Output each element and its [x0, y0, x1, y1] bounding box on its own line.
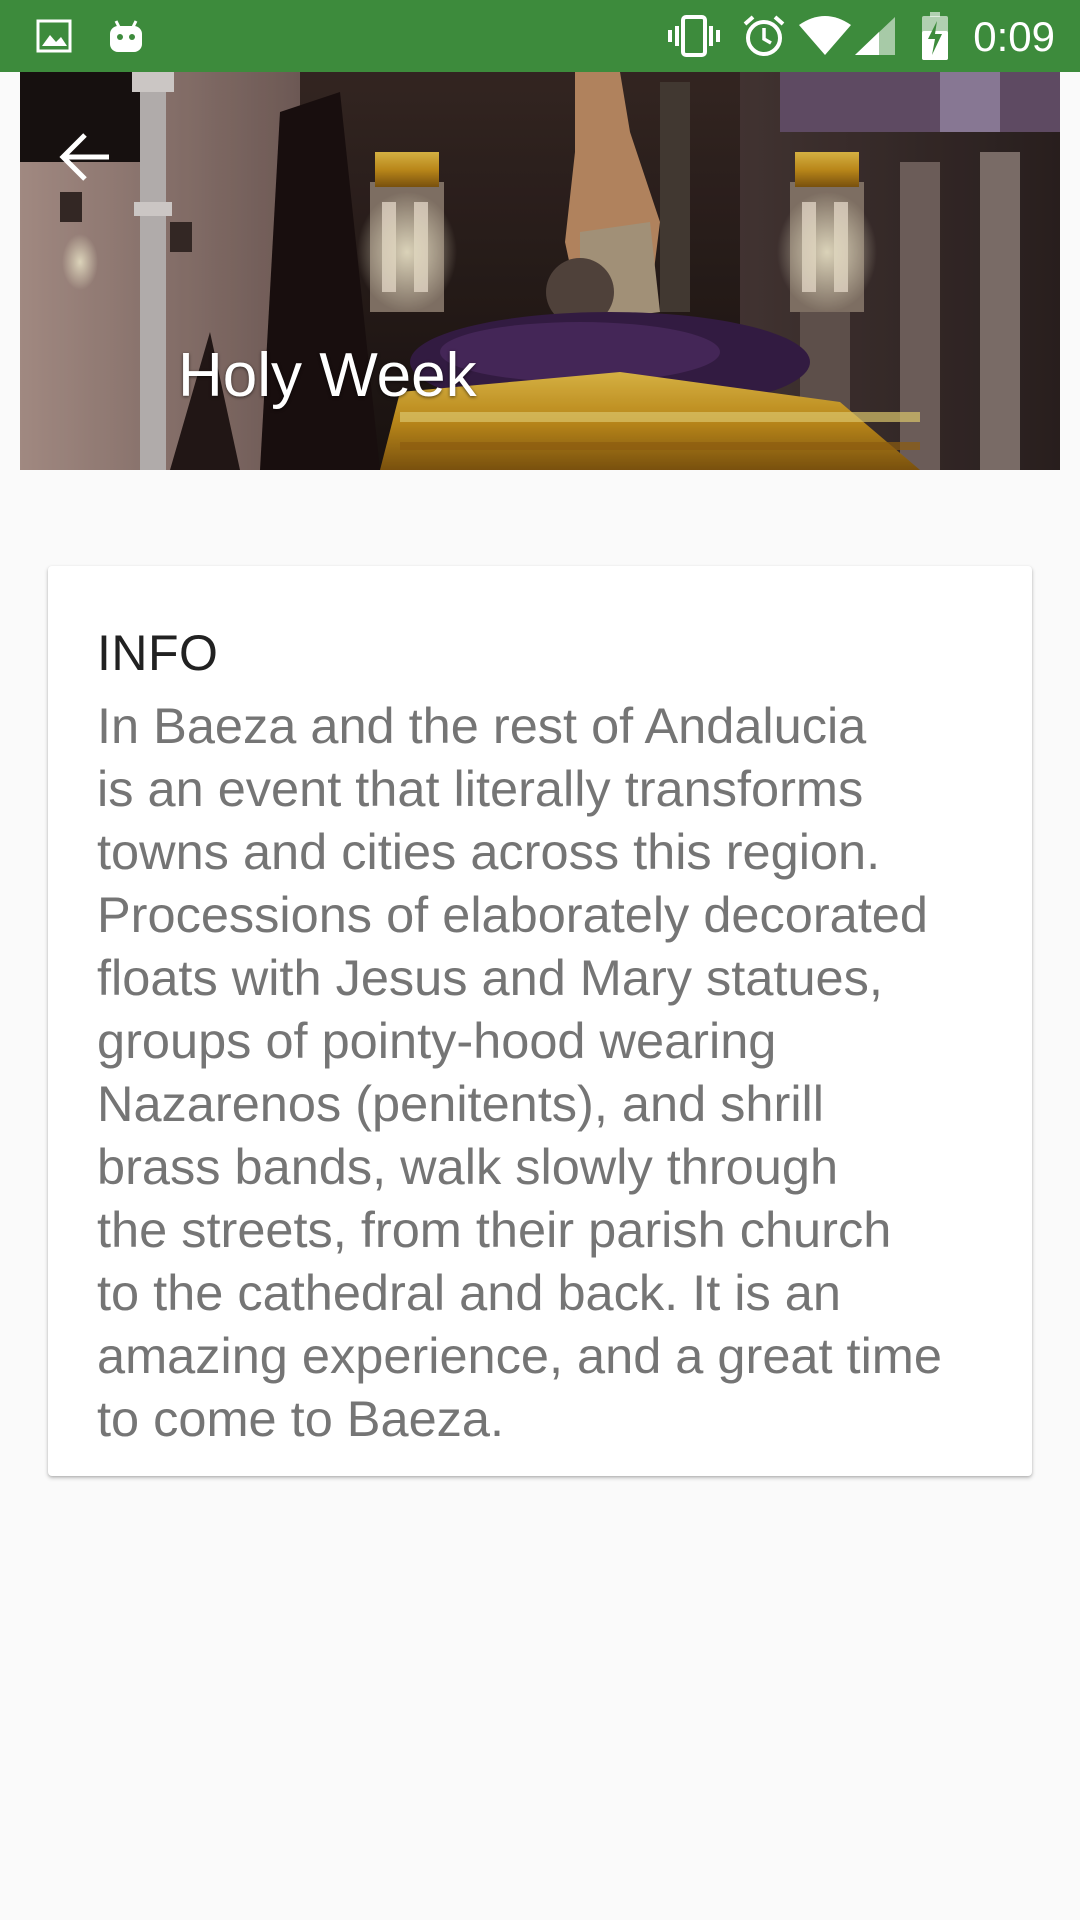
info-body-line: groups of pointy-hood wearing [97, 1012, 777, 1069]
android-notification-icon [106, 0, 146, 72]
status-time: 0:09 [973, 13, 1055, 60]
back-button[interactable] [50, 122, 120, 192]
header-photo [20, 72, 1060, 470]
cell-signal-icon [852, 0, 898, 72]
gallery-notification-icon [34, 0, 74, 72]
info-body-line: amazing experience, and a great time [97, 1327, 942, 1384]
vibrate-icon [666, 0, 722, 72]
arrow-back-icon [59, 133, 109, 181]
info-card-body: In Baeza and the rest of Andalucia is an… [97, 694, 997, 1450]
wifi-icon [796, 0, 854, 72]
alarm-icon [740, 0, 788, 72]
info-body-line: is an event that literally transforms [97, 760, 864, 817]
page-title: Holy Week [178, 341, 477, 410]
info-body-line: In Baeza and the rest of Andalucia [97, 697, 867, 754]
info-body-line: Processions of elaborately decorated [97, 886, 928, 943]
info-card-title: INFO [97, 625, 219, 681]
info-body-line: towns and cities across this region. [97, 823, 881, 880]
info-body-line: brass bands, walk slowly through [97, 1138, 839, 1195]
info-body-line: Nazarenos (penitents), and shrill [97, 1075, 824, 1132]
info-body-line: floats with Jesus and Mary statues, [97, 949, 883, 1006]
battery-charging-icon [918, 0, 952, 72]
status-bar: 0:09 [0, 0, 1080, 72]
info-card: INFO In Baeza and the rest of Andalucia … [48, 566, 1032, 1476]
app-bar: Holy Week [0, 72, 1080, 470]
info-body-line: to come to Baeza. [97, 1390, 505, 1447]
info-body-line: to the cathedral and back. It is an [97, 1264, 841, 1321]
info-body-line: the streets, from their parish church [97, 1201, 892, 1258]
